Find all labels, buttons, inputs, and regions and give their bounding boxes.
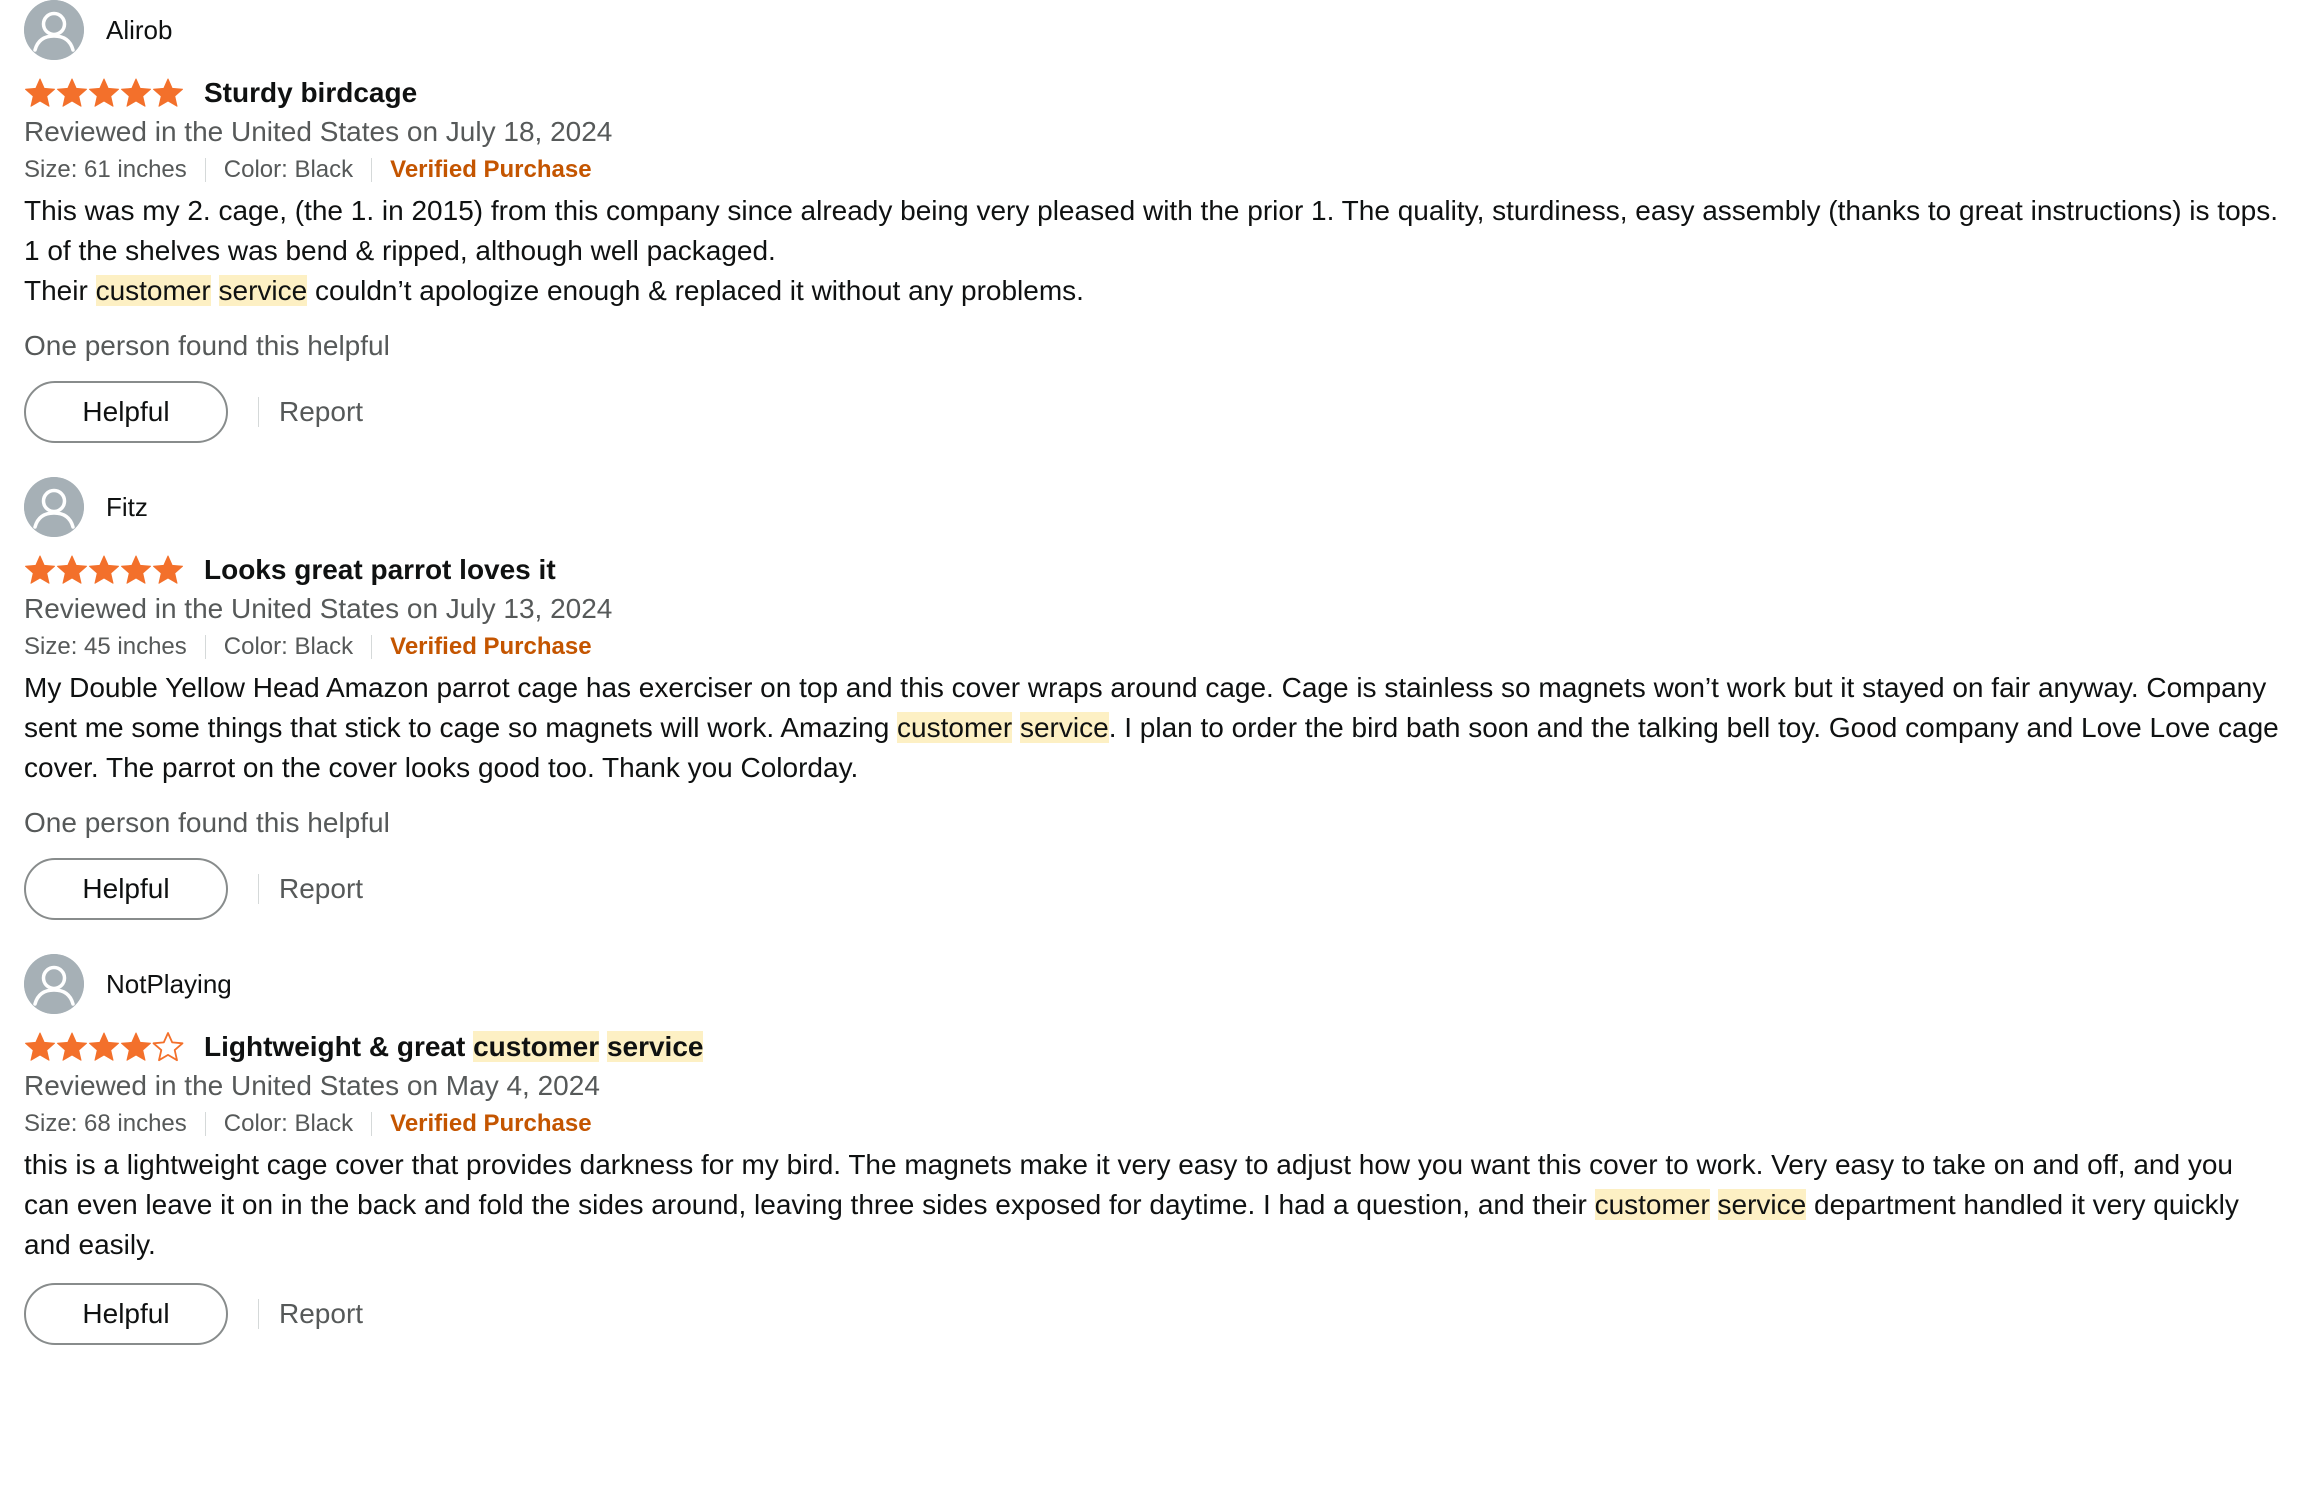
divider (371, 1112, 373, 1136)
color-label[interactable]: Color: Black (224, 632, 353, 662)
star-filled-icon (121, 78, 151, 107)
review-body: My Double Yellow Head Amazon parrot cage… (24, 668, 2279, 788)
text-run: 1 of the shelves was bend & ripped, alth… (24, 235, 776, 266)
size-label[interactable]: Size: 68 inches (24, 1109, 187, 1139)
report-link[interactable]: Report (279, 396, 363, 428)
review-title[interactable]: Lightweight & great customer service (204, 1030, 704, 1064)
review-header: Sturdy birdcage (24, 73, 2284, 113)
avatar-icon (24, 477, 84, 537)
reviewer-name: Fitz (106, 492, 148, 522)
review-date: Reviewed in the United States on July 13… (24, 593, 613, 624)
star-rating[interactable] (24, 553, 184, 587)
star-rating[interactable] (24, 1030, 184, 1064)
star-filled-icon (89, 1032, 119, 1061)
search-highlight: service (218, 275, 308, 306)
star-filled-icon (121, 1032, 151, 1061)
helpful-button[interactable]: Helpful (24, 1283, 228, 1345)
reviewer-name: Alirob (106, 15, 173, 45)
text-run (599, 1031, 607, 1062)
star-filled-icon (57, 1032, 87, 1061)
text-run: Sturdy birdcage (204, 77, 418, 108)
review-actions: Helpful Report (24, 858, 2284, 920)
review: Alirob Sturdy birdcage Reviewed in the U… (24, 0, 2284, 443)
review-date: Reviewed in the United States on May 4, … (24, 1070, 600, 1101)
text-run: Their (24, 275, 96, 306)
star-rating[interactable] (24, 76, 184, 110)
color-label[interactable]: Color: Black (224, 1109, 353, 1139)
text-run (1012, 712, 1020, 743)
helpful-count: One person found this helpful (24, 807, 390, 838)
divider (204, 635, 206, 659)
text-run (211, 275, 219, 306)
divider (258, 1299, 259, 1329)
divider (371, 158, 373, 182)
review-format-strip: Size: 61 inches Color: Black Verified Pu… (24, 155, 2284, 185)
review-date: Reviewed in the United States on July 18… (24, 116, 613, 147)
review-format-strip: Size: 68 inches Color: Black Verified Pu… (24, 1109, 2284, 1139)
search-highlight: customer (897, 712, 1013, 743)
helpful-button[interactable]: Helpful (24, 381, 228, 443)
text-run: Lightweight & great (204, 1031, 474, 1062)
review: Fitz Looks great parrot loves it Reviewe… (24, 477, 2284, 920)
report-link[interactable]: Report (279, 1298, 363, 1330)
star-filled-icon (25, 78, 55, 107)
review-paragraph: 1 of the shelves was bend & ripped, alth… (24, 231, 2279, 271)
review-actions: Helpful Report (24, 1283, 2284, 1345)
divider (371, 635, 373, 659)
color-label[interactable]: Color: Black (224, 155, 353, 185)
avatar-icon (24, 0, 84, 60)
reviews-list: Alirob Sturdy birdcage Reviewed in the U… (24, 0, 2284, 1345)
review-body: this is a lightweight cage cover that pr… (24, 1145, 2279, 1265)
text-run: This was my 2. cage, (the 1. in 2015) fr… (24, 195, 2279, 226)
divider (258, 397, 259, 427)
star-filled-icon (89, 555, 119, 584)
review-paragraph: Their customer service couldn’t apologiz… (24, 271, 2279, 311)
star-filled-icon (25, 1032, 55, 1061)
star-filled-icon (25, 555, 55, 584)
review-format-strip: Size: 45 inches Color: Black Verified Pu… (24, 632, 2284, 662)
star-filled-icon (89, 78, 119, 107)
review-title[interactable]: Sturdy birdcage (204, 76, 417, 110)
star-filled-icon (153, 78, 183, 107)
verified-purchase-badge: Verified Purchase (390, 156, 592, 183)
reviewer-profile[interactable]: Fitz (24, 477, 2284, 537)
reviewer-profile[interactable]: Alirob (24, 0, 2284, 60)
star-outline-icon (152, 1032, 184, 1062)
star-filled-icon (57, 78, 87, 107)
search-highlight: customer (473, 1031, 600, 1062)
review-title[interactable]: Looks great parrot loves it (204, 553, 556, 587)
review-header: Looks great parrot loves it (24, 550, 2284, 590)
text-run: couldn’t apologize enough & replaced it … (307, 275, 1084, 306)
search-highlight: customer (95, 275, 211, 306)
review-paragraph: My Double Yellow Head Amazon parrot cage… (24, 668, 2279, 788)
verified-purchase-badge: Verified Purchase (390, 633, 592, 660)
text-run (1710, 1189, 1718, 1220)
reviewer-name: NotPlaying (106, 969, 232, 999)
review: NotPlaying Lightweight & great customer … (24, 954, 2284, 1345)
divider (258, 874, 259, 904)
size-label[interactable]: Size: 45 inches (24, 632, 187, 662)
review-body: This was my 2. cage, (the 1. in 2015) fr… (24, 191, 2279, 311)
star-filled-icon (121, 555, 151, 584)
text-run: Looks great parrot loves it (204, 554, 556, 585)
divider (204, 158, 206, 182)
helpful-count: One person found this helpful (24, 330, 390, 361)
reviewer-profile[interactable]: NotPlaying (24, 954, 2284, 1014)
review-actions: Helpful Report (24, 381, 2284, 443)
star-filled-icon (153, 555, 183, 584)
search-highlight: service (1717, 1189, 1807, 1220)
review-header: Lightweight & great customer service (24, 1027, 2284, 1067)
search-highlight: service (1019, 712, 1109, 743)
avatar-icon (24, 954, 84, 1014)
search-highlight: customer (1594, 1189, 1710, 1220)
report-link[interactable]: Report (279, 873, 363, 905)
review-paragraph: This was my 2. cage, (the 1. in 2015) fr… (24, 191, 2279, 231)
verified-purchase-badge: Verified Purchase (390, 1110, 592, 1137)
search-highlight: service (606, 1031, 704, 1062)
divider (204, 1112, 206, 1136)
size-label[interactable]: Size: 61 inches (24, 155, 187, 185)
star-filled-icon (57, 555, 87, 584)
helpful-button[interactable]: Helpful (24, 858, 228, 920)
review-paragraph: this is a lightweight cage cover that pr… (24, 1145, 2279, 1265)
